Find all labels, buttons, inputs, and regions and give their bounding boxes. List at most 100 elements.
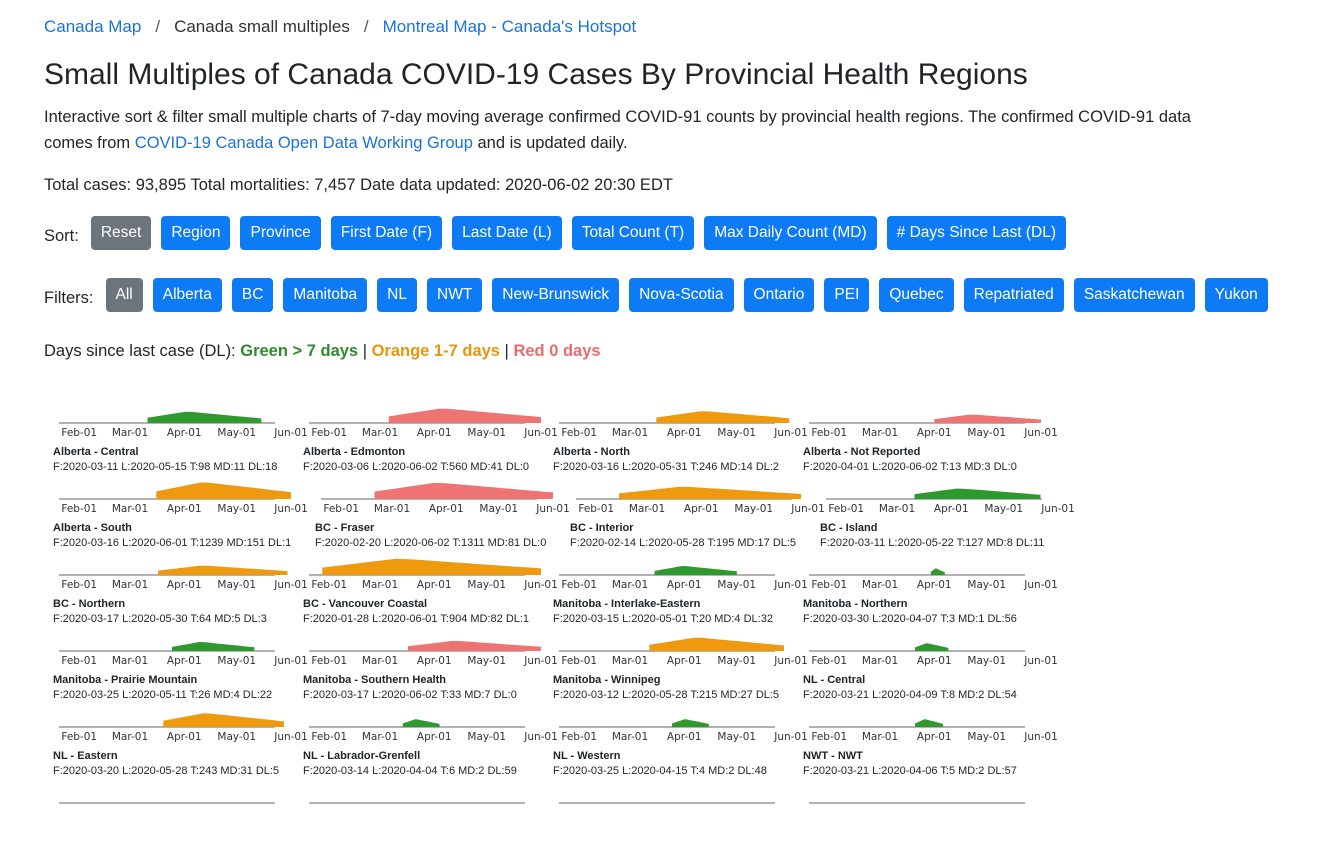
region-chart-svg: Feb-01 Mar-01 Apr-01 May-01 Jun-01 (576, 486, 825, 515)
sort-max-daily-count-button[interactable]: Max Daily Count (MD) (704, 216, 877, 250)
case-trend-area (930, 568, 945, 575)
region-chart[interactable]: Feb-01 Mar-01 Apr-01 May-01 Jun-01 Manitoba -… (53, 630, 308, 706)
filter-pei-button[interactable]: PEI (824, 278, 870, 312)
filter-ontario-button[interactable]: Ontario (743, 278, 815, 312)
case-trend-area (158, 565, 288, 575)
region-chart-svg: Feb-01 Mar-01 Apr-01 May-01 Jun-01 (809, 414, 1058, 439)
x-tick-label: May-01 (984, 503, 1023, 515)
region-name: Manitoba - Northern (803, 598, 908, 610)
x-tick-label: Mar-01 (612, 579, 648, 591)
x-tick-label: Mar-01 (112, 579, 148, 591)
breadcrumb-separator: / (155, 17, 161, 36)
region-chart[interactable]: Feb-01 Mar-01 Apr-01 May-01 Jun-01 Alberta - … (553, 402, 808, 478)
filter-yukon-button[interactable]: Yukon (1204, 278, 1268, 312)
region-stats: F:2020-03-20 L:2020-05-28 T:243 MD:31 DL… (53, 765, 280, 777)
breadcrumb-link-canada-map[interactable]: Canada Map (44, 17, 141, 36)
breadcrumb-link-montreal-map[interactable]: Montreal Map - Canada's Hotspot (383, 17, 637, 36)
sort-days-since-last-button[interactable]: # Days Since Last (DL) (886, 216, 1067, 250)
region-name: NL - Central (803, 674, 866, 686)
region-name: Alberta - Not Reported (803, 446, 921, 458)
region-chart[interactable]: Feb-01 Mar-01 Apr-01 May-01 Jun-01 NL - Labra… (303, 706, 558, 782)
region-chart[interactable]: Feb-01 Mar-01 Apr-01 May-01 Jun-01 Alberta - … (303, 402, 558, 478)
filter-bc-button[interactable]: BC (231, 278, 274, 312)
filter-quebec-button[interactable]: Quebec (879, 278, 954, 312)
x-tick-label: May-01 (734, 503, 773, 515)
region-chart[interactable]: Feb-01 Mar-01 Apr-01 May-01 Jun-01 BC - Islan… (820, 478, 1075, 554)
region-chart[interactable]: Feb-01 Mar-01 Apr-01 May-01 Jun-01 Alberta - … (53, 402, 308, 478)
x-tick-label: May-01 (967, 579, 1006, 591)
x-tick-label: Jun-01 (273, 503, 308, 515)
filter-nwt-button[interactable]: NWT (427, 278, 483, 312)
x-tick-label: Mar-01 (112, 427, 148, 439)
case-trend-area (914, 488, 1041, 499)
region-chart[interactable]: Feb-01 Mar-01 Apr-01 May-01 Jun-01 NL - Weste… (553, 706, 808, 782)
region-chart[interactable]: Feb-01 Mar-01 Apr-01 May-01 Jun-01 Alberta - … (53, 478, 308, 554)
case-trend-area (374, 482, 553, 499)
x-tick-label: Jun-01 (1023, 655, 1058, 667)
x-tick-label: Apr-01 (417, 579, 452, 591)
region-chart[interactable] (553, 782, 793, 858)
x-tick-label: May-01 (467, 427, 506, 439)
region-chart[interactable]: Feb-01 Mar-01 Apr-01 May-01 Jun-01 BC - Vanco… (303, 554, 558, 630)
x-tick-label: Mar-01 (612, 655, 648, 667)
data-source-link[interactable]: COVID-19 Canada Open Data Working Group (135, 134, 473, 152)
sort-reset-button[interactable]: Reset (90, 216, 152, 250)
filter-nova-scotia-button[interactable]: Nova-Scotia (629, 278, 734, 312)
case-trend-area (656, 411, 790, 423)
case-trend-area (172, 642, 255, 651)
x-tick-label: Apr-01 (667, 655, 702, 667)
case-trend-area (163, 713, 284, 727)
region-chart-svg: Feb-01 Mar-01 Apr-01 May-01 Jun-01 (809, 719, 1058, 743)
x-tick-label: Feb-01 (323, 503, 359, 515)
sort-first-date-button[interactable]: First Date (F) (330, 216, 443, 250)
filter-saskatchewan-button[interactable]: Saskatchewan (1073, 278, 1195, 312)
x-tick-label: Mar-01 (629, 503, 665, 515)
description-text-end: and is updated daily. (472, 134, 628, 152)
sort-last-date-button[interactable]: Last Date (L) (452, 216, 562, 250)
region-chart[interactable]: Feb-01 Mar-01 Apr-01 May-01 Jun-01 BC - North… (53, 554, 308, 630)
region-stats: F:2020-02-20 L:2020-06-02 T:1311 MD:81 D… (315, 537, 547, 549)
sort-total-count-button[interactable]: Total Count (T) (571, 216, 695, 250)
region-chart[interactable] (53, 782, 293, 858)
region-chart[interactable]: Feb-01 Mar-01 Apr-01 May-01 Jun-01 Alberta - … (803, 402, 1058, 478)
region-chart[interactable] (303, 782, 543, 858)
region-chart[interactable]: Feb-01 Mar-01 Apr-01 May-01 Jun-01 Manitoba -… (803, 554, 1058, 630)
x-tick-label: Mar-01 (612, 731, 648, 743)
region-chart-svg: Feb-01 Mar-01 Apr-01 May-01 Jun-01 (809, 643, 1058, 667)
filters-label: Filters: (44, 288, 94, 307)
region-stats: F:2020-03-12 L:2020-05-28 T:215 MD:27 DL… (553, 689, 780, 701)
x-tick-label: Mar-01 (862, 427, 898, 439)
region-chart[interactable]: Feb-01 Mar-01 Apr-01 May-01 Jun-01 Manitoba -… (303, 630, 558, 706)
case-trend-area (915, 719, 943, 727)
x-tick-label: Feb-01 (561, 731, 597, 743)
filter-manitoba-button[interactable]: Manitoba (283, 278, 368, 312)
region-chart-svg: Feb-01 Mar-01 Apr-01 May-01 Jun-01 (826, 488, 1075, 515)
x-tick-label: Feb-01 (561, 427, 597, 439)
filter-nl-button[interactable]: NL (377, 278, 417, 312)
region-chart[interactable]: Feb-01 Mar-01 Apr-01 May-01 Jun-01 BC - Inter… (570, 478, 825, 554)
region-chart[interactable]: Feb-01 Mar-01 Apr-01 May-01 Jun-01 BC - Frase… (315, 478, 570, 554)
x-tick-label: May-01 (967, 427, 1006, 439)
region-chart-svg: Feb-01 Mar-01 Apr-01 May-01 Jun-01 (309, 558, 558, 591)
case-trend-area (672, 719, 709, 727)
sort-province-button[interactable]: Province (240, 216, 321, 250)
region-chart[interactable]: Feb-01 Mar-01 Apr-01 May-01 Jun-01 NL - Centr… (803, 630, 1058, 706)
region-stats: F:2020-02-14 L:2020-05-28 T:195 MD:17 DL… (570, 537, 797, 549)
breadcrumb-separator: / (363, 17, 369, 36)
filter-all-button[interactable]: All (105, 278, 143, 312)
region-chart[interactable]: Feb-01 Mar-01 Apr-01 May-01 Jun-01 NL - Easte… (53, 706, 308, 782)
sort-region-button[interactable]: Region (161, 216, 231, 250)
region-chart[interactable]: Feb-01 Mar-01 Apr-01 May-01 Jun-01 Manitoba -… (553, 630, 808, 706)
region-name: BC - Northern (53, 598, 126, 610)
filter-repatriated-button[interactable]: Repatriated (963, 278, 1064, 312)
region-chart[interactable]: Feb-01 Mar-01 Apr-01 May-01 Jun-01 Manitoba -… (553, 554, 808, 630)
region-chart[interactable] (803, 782, 1043, 858)
case-trend-area (649, 637, 784, 651)
x-tick-label: Apr-01 (917, 427, 952, 439)
region-stats: F:2020-03-11 L:2020-05-22 T:127 MD:8 DL:… (820, 537, 1045, 549)
region-chart[interactable]: Feb-01 Mar-01 Apr-01 May-01 Jun-01 NWT - NWT F… (803, 706, 1058, 782)
filter-new-brunswick-button[interactable]: New-Brunswick (492, 278, 620, 312)
filter-alberta-button[interactable]: Alberta (152, 278, 222, 312)
x-tick-label: Feb-01 (561, 579, 597, 591)
breadcrumb-current: Canada small multiples (174, 17, 350, 36)
